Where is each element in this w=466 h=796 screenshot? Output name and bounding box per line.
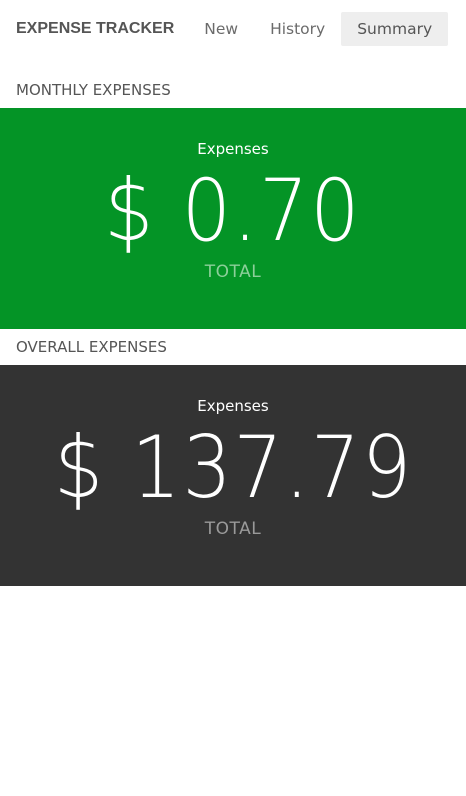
overall-expenses-label: Expenses [197,397,269,415]
monthly-expenses-panel: Expenses $ 0.70 TOTAL [0,108,466,329]
navbar: EXPENSE TRACKER New History Summary [0,0,466,58]
app-brand[interactable]: EXPENSE TRACKER [16,20,174,38]
monthly-total-label: TOTAL [204,262,262,282]
nav-link-summary[interactable]: Summary [341,12,449,46]
nav-link-history[interactable]: History [254,12,341,46]
overall-expenses-amount: $ 137.79 [53,418,413,518]
overall-total-label: TOTAL [204,519,262,539]
overall-expenses-panel: Expenses $ 137.79 TOTAL [0,365,466,586]
nav-link-new[interactable]: New [188,12,254,46]
monthly-expenses-heading: MONTHLY EXPENSES [16,81,171,99]
overall-expenses-heading: OVERALL EXPENSES [16,338,167,356]
monthly-expenses-amount: $ 0.70 [104,161,362,261]
monthly-expenses-label: Expenses [197,140,269,158]
